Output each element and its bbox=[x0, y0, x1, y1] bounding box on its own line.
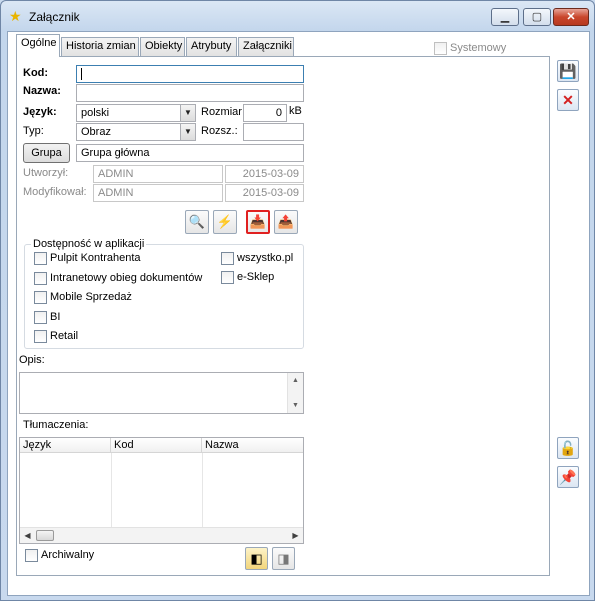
window-client-area: Ogólne Historia zmian Obiekty Atrybuty Z… bbox=[7, 31, 590, 596]
utworzyl-label: Utworzył: bbox=[23, 167, 69, 179]
preview-icon[interactable]: 🔍 bbox=[185, 210, 209, 234]
systemowy-label: Systemowy bbox=[450, 42, 507, 54]
wszystko-checkbox[interactable] bbox=[221, 252, 234, 265]
scan-icon[interactable]: ⚡ bbox=[213, 210, 237, 234]
modyfikowal-date: 2015-03-09 bbox=[225, 184, 304, 202]
minimize-button[interactable]: ▁ bbox=[491, 8, 519, 26]
scroll-down-icon[interactable]: ▼ bbox=[288, 398, 303, 413]
jezyk-select[interactable]: polski ▼ bbox=[76, 104, 196, 122]
title-bar: ★ Załącznik ▁ ▢ ✕ bbox=[1, 1, 594, 31]
wszystko-label: wszystko.pl bbox=[237, 252, 294, 264]
retail-checkbox[interactable] bbox=[34, 330, 47, 343]
tlumaczenia-label: Tłumaczenia: bbox=[23, 419, 89, 431]
tab-atrybuty[interactable]: Atrybuty bbox=[186, 37, 237, 56]
add-translation-icon[interactable]: ◧ bbox=[245, 547, 268, 570]
mobile-sprzedaz-checkbox[interactable] bbox=[34, 291, 47, 304]
grupa-input[interactable]: Grupa główna bbox=[76, 144, 304, 162]
load-from-file-icon[interactable]: 📥 bbox=[246, 210, 270, 234]
opis-textarea[interactable]: ▲ ▼ bbox=[19, 372, 304, 414]
pulpit-kontrahenta-label: Pulpit Kontrahenta bbox=[50, 252, 141, 264]
utworzyl-date: 2015-03-09 bbox=[225, 165, 304, 183]
opis-label: Opis: bbox=[19, 354, 45, 366]
tab-obiekty[interactable]: Obiekty bbox=[140, 37, 185, 56]
remove-translation-icon[interactable]: ◨ bbox=[272, 547, 295, 570]
bi-label: BI bbox=[50, 311, 61, 323]
archiwalny-checkbox[interactable] bbox=[25, 549, 38, 562]
pulpit-kontrahenta-checkbox[interactable] bbox=[34, 252, 47, 265]
scroll-left-icon[interactable]: ◀ bbox=[20, 528, 35, 543]
column-header-nazwa[interactable]: Nazwa bbox=[202, 438, 303, 453]
star-icon: ★ bbox=[9, 8, 22, 24]
pin-icon[interactable]: 📌 bbox=[557, 466, 579, 488]
typ-label: Typ: bbox=[23, 125, 44, 137]
chevron-down-icon[interactable]: ▼ bbox=[180, 124, 195, 140]
jezyk-value: polski bbox=[81, 107, 110, 119]
typ-select[interactable]: Obraz ▼ bbox=[76, 123, 196, 141]
grupa-button[interactable]: Grupa bbox=[23, 143, 70, 163]
close-button[interactable]: ✕ bbox=[553, 8, 589, 26]
rozsz-label: Rozsz.: bbox=[201, 125, 238, 137]
nazwa-label: Nazwa: bbox=[23, 85, 61, 97]
column-divider bbox=[111, 453, 112, 527]
column-header-kod[interactable]: Kod bbox=[111, 438, 202, 453]
column-divider bbox=[202, 453, 203, 527]
save-to-file-icon[interactable]: 📤 bbox=[274, 210, 298, 234]
rozmiar-unit: kB bbox=[289, 105, 302, 117]
column-header-jezyk[interactable]: Język bbox=[20, 438, 111, 453]
archiwalny-label: Archiwalny bbox=[41, 549, 95, 561]
tab-ogolne[interactable]: Ogólne bbox=[16, 34, 60, 57]
utworzyl-user: ADMIN bbox=[93, 165, 223, 183]
chevron-down-icon[interactable]: ▼ bbox=[180, 105, 195, 121]
rozsz-input[interactable] bbox=[243, 123, 304, 141]
jezyk-label: Język: bbox=[23, 106, 57, 118]
modyfikowal-user: ADMIN bbox=[93, 184, 223, 202]
save-icon[interactable]: 💾 bbox=[557, 60, 579, 82]
opis-scrollbar[interactable]: ▲ ▼ bbox=[287, 373, 303, 413]
e-sklep-label: e-Sklep bbox=[237, 271, 275, 283]
availability-title: Dostępność w aplikacji bbox=[31, 238, 147, 250]
scroll-right-icon[interactable]: ▶ bbox=[288, 528, 303, 543]
availability-group: Dostępność w aplikacji Pulpit Kontrahent… bbox=[24, 238, 304, 349]
text-caret bbox=[81, 68, 82, 81]
mobile-sprzedaz-label: Mobile Sprzedaż bbox=[50, 291, 132, 303]
e-sklep-checkbox[interactable] bbox=[221, 271, 234, 284]
tab-panel-ogolne: Kod: Nazwa: Język: polski ▼ Rozmiar: 0 k… bbox=[16, 56, 550, 576]
intranetowy-label: Intranetowy obieg dokumentów bbox=[50, 272, 203, 284]
maximize-button[interactable]: ▢ bbox=[523, 8, 551, 26]
tab-historia-zmian[interactable]: Historia zmian bbox=[61, 37, 139, 56]
cancel-icon[interactable]: ✕ bbox=[557, 89, 579, 111]
tab-zalaczniki[interactable]: Załączniki bbox=[238, 37, 294, 56]
attachment-window: ★ Załącznik ▁ ▢ ✕ Ogólne Historia zmian … bbox=[0, 0, 595, 601]
systemowy-checkbox[interactable] bbox=[434, 42, 447, 55]
window-title: Załącznik bbox=[29, 10, 80, 24]
rozmiar-label: Rozmiar: bbox=[201, 106, 246, 118]
translations-hscrollbar[interactable]: ◀ ▶ bbox=[20, 527, 303, 543]
typ-value: Obraz bbox=[81, 126, 111, 138]
scroll-up-icon[interactable]: ▲ bbox=[288, 373, 303, 388]
rozmiar-input[interactable]: 0 bbox=[243, 104, 287, 122]
kod-input[interactable] bbox=[76, 65, 304, 83]
retail-label: Retail bbox=[50, 330, 79, 342]
intranetowy-checkbox[interactable] bbox=[34, 272, 47, 285]
bi-checkbox[interactable] bbox=[34, 311, 47, 324]
modyfikowal-label: Modyfikował: bbox=[23, 186, 87, 198]
translations-grid[interactable]: Język Kod Nazwa ◀ ▶ bbox=[19, 437, 304, 544]
unlock-icon[interactable]: 🔓 bbox=[557, 437, 579, 459]
translations-grid-header: Język Kod Nazwa bbox=[20, 438, 303, 453]
nazwa-input[interactable] bbox=[76, 84, 304, 102]
kod-label: Kod: bbox=[23, 67, 49, 79]
scroll-thumb[interactable] bbox=[36, 530, 54, 541]
